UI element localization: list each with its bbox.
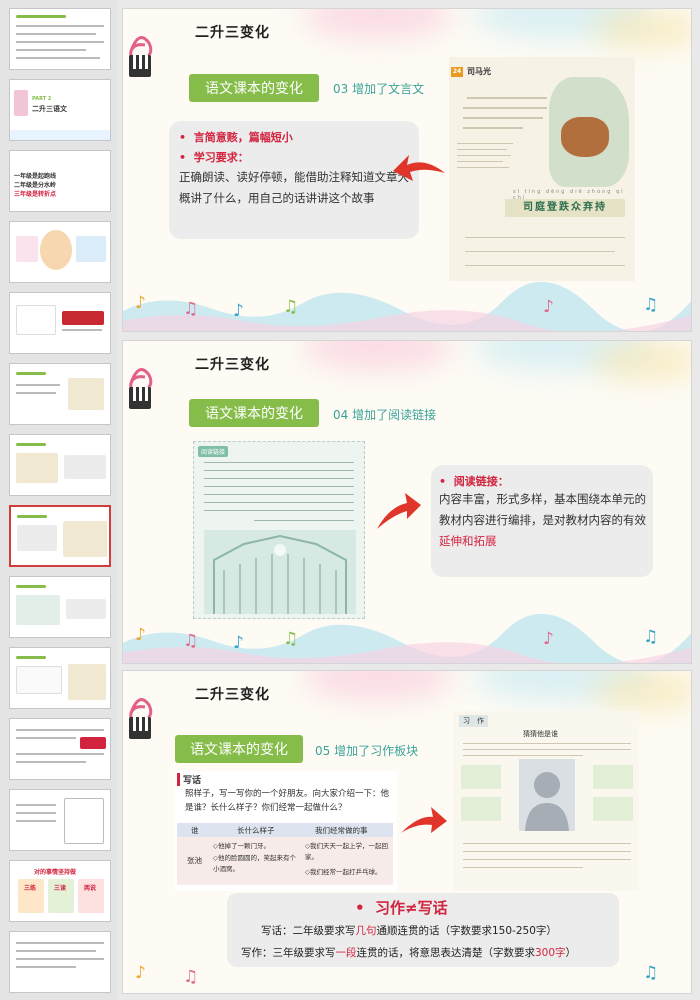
slide-title: 二升三变化 (195, 687, 270, 703)
music-note-icon: ♫ (283, 629, 299, 649)
decorative-paint-wash (123, 613, 691, 663)
bullet-point: • 阅读链接： (439, 475, 509, 488)
music-note-icon: ♪ (135, 293, 146, 313)
music-note-icon: ♫ (183, 967, 199, 987)
slide-thumbnail-12[interactable] (9, 789, 111, 851)
section-subtitle: 05 增加了习作板块 (315, 744, 419, 758)
body-text: 正确朗读、读好停顿，能借助注释知道文章大概讲了什么，用自己的话讲讲这个故事 (179, 170, 409, 205)
slide-thumbnail-9[interactable] (9, 576, 111, 638)
music-note-icon: ♫ (643, 963, 659, 983)
slide-title: 二升三变化 (195, 357, 270, 373)
slide-thumbnail-panel: PART 2 二升三语文 一年级是起跑线 二年级是分水岭 三年级是转折点 对的事… (0, 0, 118, 1000)
section-tag: 语文课本的变化 (175, 735, 303, 763)
slide-thumbnail-6[interactable] (9, 363, 111, 425)
music-clef-icon (129, 36, 153, 77)
summary-heading: • 习作≠写话 (355, 899, 448, 917)
section-tag: 语文课本的变化 (189, 74, 319, 102)
music-note-icon: ♪ (135, 625, 146, 645)
music-note-icon: ♪ (233, 633, 244, 653)
slide-title: 二升三变化 (195, 25, 270, 41)
music-note-icon: ♪ (233, 301, 244, 321)
section-tag: 语文课本的变化 (189, 399, 319, 427)
reading-link-page: 阅读链接 (193, 441, 365, 619)
summary-line-1: 写话：二年级要求写几句通顺连贯的话（字数要求150-250字） (261, 925, 557, 937)
bullet-point: • 言简意赅，篇幅短小 (179, 131, 293, 144)
slide-thumbnail-1[interactable] (9, 8, 111, 70)
slide-3[interactable]: 二升三变化 语文课本的变化 05 增加了习作板块 写话 照样子，写一写你的一个好… (122, 670, 692, 994)
slide-thumbnail-8[interactable] (9, 505, 111, 567)
body-text: 内容丰富，形式多样，基本围绕本单元的教材内容进行编排，是对教材内容的有效延伸和拓… (439, 492, 646, 548)
slide-thumbnail-4[interactable] (9, 221, 111, 283)
slide-thumbnail-14[interactable] (9, 931, 111, 993)
decorative-paint-wash (123, 281, 691, 331)
slide-thumbnail-3[interactable]: 一年级是起跑线 二年级是分水岭 三年级是转折点 (9, 150, 111, 212)
slide-thumbnail-11[interactable] (9, 718, 111, 780)
music-note-icon: ♫ (183, 299, 199, 319)
music-note-icon: ♪ (135, 963, 146, 983)
summary-line-2: 写作：三年级要求写一段连贯的话，将意思表达清楚（字数要求300字） (241, 947, 577, 959)
music-clef-icon (129, 368, 153, 409)
xiehua-panel: 写话 照样子，写一写你的一个好朋友。向大家介绍一下：他是谁？长什么样子？你们经常… (175, 771, 397, 891)
slide-thumbnail-13[interactable]: 对的事情坚持做 三练 三读 两说 (9, 860, 111, 922)
avatar-silhouette (519, 759, 575, 831)
slide-1[interactable]: 二升三变化 语文课本的变化 03 增加了文言文 • 言简意赅，篇幅短小 • 学习… (122, 8, 692, 332)
arrow-left-icon (393, 155, 445, 181)
music-note-icon: ♪ (543, 297, 554, 317)
slide-thumbnail-2[interactable]: PART 2 二升三语文 (9, 79, 111, 141)
section-subtitle: 03 增加了文言文 (333, 82, 425, 96)
arrow-right-icon (377, 493, 421, 529)
music-note-icon: ♫ (643, 295, 659, 315)
bullet-point: • 学习要求： (179, 151, 249, 164)
music-note-icon: ♫ (643, 627, 659, 647)
music-note-icon: ♫ (183, 631, 199, 651)
slide-2[interactable]: 二升三变化 语文课本的变化 04 增加了阅读链接 阅读链接 • 阅读链接： 内容… (122, 340, 692, 664)
slide-thumbnail-10[interactable] (9, 647, 111, 709)
xizuo-page: 习 作 猜猜他是谁 (453, 711, 639, 891)
section-subtitle: 04 增加了阅读链接 (333, 408, 437, 422)
textbook-page: 24 司马光 sī tíng dēng diē zhòng qì chí 司庭登… (449, 57, 635, 281)
music-note-icon: ♪ (543, 629, 554, 649)
music-note-icon: ♫ (283, 297, 299, 317)
arrow-right-icon (401, 807, 447, 833)
slide-thumbnail-5[interactable] (9, 292, 111, 354)
music-clef-icon (129, 698, 153, 739)
slide-thumbnail-7[interactable] (9, 434, 111, 496)
